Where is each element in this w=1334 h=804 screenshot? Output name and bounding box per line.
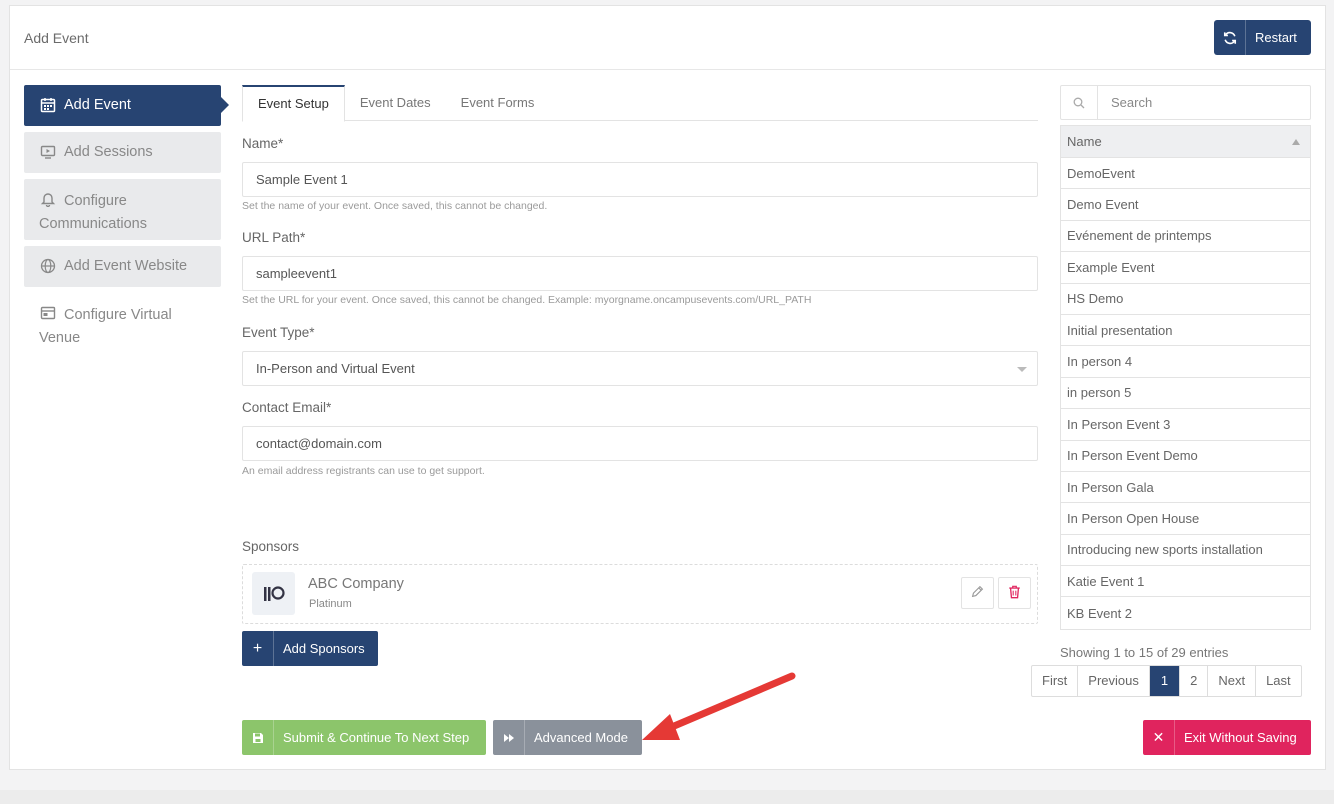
sponsor-name: ABC Company: [308, 576, 404, 592]
table-row[interactable]: Initial presentation: [1061, 315, 1310, 347]
table-row[interactable]: Evénement de printemps: [1061, 221, 1310, 253]
name-input[interactable]: Sample Event 1: [242, 162, 1038, 197]
sidebar-item-label: Add Sessions: [64, 144, 153, 160]
contact-email-input[interactable]: contact@domain.com: [242, 426, 1038, 461]
search-input[interactable]: Search: [1098, 86, 1310, 119]
url-path-input[interactable]: sampleevent1: [242, 256, 1038, 291]
table-row[interactable]: Demo Event: [1061, 189, 1310, 221]
restart-button[interactable]: Restart: [1214, 20, 1311, 55]
edit-sponsor-button[interactable]: [961, 577, 994, 609]
table-row[interactable]: in person 5: [1061, 378, 1310, 410]
entries-info: Showing 1 to 15 of 29 entries: [1060, 645, 1229, 660]
submit-continue-button[interactable]: Submit & Continue To Next Step: [242, 720, 486, 755]
page-link-first[interactable]: First: [1032, 666, 1079, 696]
table-row[interactable]: In Person Gala: [1061, 472, 1310, 504]
sidebar-item-add-event[interactable]: Add Event: [24, 85, 229, 126]
url-path-help: Set the URL for your event. Once saved, …: [242, 294, 812, 306]
table-row[interactable]: In person 4: [1061, 346, 1310, 378]
plus-icon: +: [242, 631, 274, 666]
tab-bar: Event Setup Event Dates Event Forms: [242, 85, 1038, 122]
trash-icon: [1008, 585, 1021, 602]
restart-label: Restart: [1255, 30, 1297, 45]
add-sponsors-button[interactable]: + Add Sponsors: [242, 631, 378, 666]
tab-event-forms[interactable]: Event Forms: [446, 85, 550, 121]
event-type-select[interactable]: In-Person and Virtual Event: [242, 351, 1038, 386]
table-row[interactable]: Katie Event 1: [1061, 566, 1310, 598]
bell-icon: [39, 191, 56, 207]
contact-email-label: Contact Email*: [242, 400, 332, 415]
page-title: Add Event: [24, 30, 89, 46]
pencil-icon: [971, 585, 984, 601]
events-table: Name DemoEvent Demo Event Evénement de pri…: [1060, 125, 1311, 630]
page-link-1[interactable]: 1: [1149, 666, 1181, 696]
sort-asc-icon: [1292, 138, 1300, 145]
page-header: Add Event Restart: [10, 6, 1325, 70]
exit-without-saving-button[interactable]: ✕ Exit Without Saving: [1143, 720, 1311, 755]
wizard-sidebar: Add Event Add Sessions Configure Communi…: [24, 85, 229, 360]
sidebar-item-label: Configure Virtual Venue: [39, 307, 172, 346]
calendar-icon: [39, 97, 56, 113]
page-footer-strip: [0, 790, 1334, 804]
tab-event-setup[interactable]: Event Setup: [242, 85, 345, 122]
globe-icon: [39, 258, 56, 274]
sponsor-tier: Platinum: [309, 598, 352, 610]
annotation-arrow-icon: [642, 672, 796, 740]
tab-event-dates[interactable]: Event Dates: [345, 85, 446, 121]
sidebar-item-configure-communications[interactable]: Configure Communications: [24, 179, 221, 240]
chevron-down-icon: [1017, 367, 1027, 372]
search-box[interactable]: Search: [1060, 85, 1311, 120]
page-link-next[interactable]: Next: [1208, 666, 1257, 696]
presentation-icon: [39, 144, 56, 160]
refresh-icon: [1214, 20, 1246, 55]
table-row[interactable]: In Person Event 3: [1061, 409, 1310, 441]
event-type-value: In-Person and Virtual Event: [256, 361, 415, 376]
table-row[interactable]: KB Event 2: [1061, 597, 1310, 628]
sidebar-item-configure-virtual-venue[interactable]: Configure Virtual Venue: [24, 293, 221, 354]
window-icon: [39, 305, 56, 321]
table-row[interactable]: HS Demo: [1061, 284, 1310, 315]
url-path-label: URL Path*: [242, 230, 306, 245]
pagination: First Previous 1 2 Next Last: [1031, 665, 1302, 697]
sidebar-item-add-sessions[interactable]: Add Sessions: [24, 132, 221, 173]
event-type-label: Event Type*: [242, 325, 315, 340]
save-icon: [242, 720, 274, 755]
advanced-mode-button[interactable]: Advanced Mode: [493, 720, 642, 755]
sponsors-label: Sponsors: [242, 539, 300, 554]
sidebar-item-add-event-website[interactable]: Add Event Website: [24, 246, 221, 287]
name-label: Name*: [242, 136, 284, 151]
table-row[interactable]: In Person Open House: [1061, 503, 1310, 535]
search-icon: [1061, 86, 1098, 119]
sponsor-logo: [252, 572, 295, 615]
fast-forward-icon: [493, 720, 525, 755]
contact-email-help: An email address registrants can use to …: [242, 465, 485, 477]
sidebar-item-label: Add Event: [64, 97, 131, 113]
page-link-2[interactable]: 2: [1180, 666, 1209, 696]
table-row[interactable]: DemoEvent: [1061, 158, 1310, 190]
table-header-name[interactable]: Name: [1061, 126, 1310, 158]
page-link-previous[interactable]: Previous: [1078, 666, 1150, 696]
page-link-last[interactable]: Last: [1256, 666, 1301, 696]
table-row[interactable]: Example Event: [1061, 252, 1310, 284]
delete-sponsor-button[interactable]: [998, 577, 1031, 609]
name-help: Set the name of your event. Once saved, …: [242, 200, 548, 212]
close-icon: ✕: [1143, 720, 1175, 755]
sponsor-card: ABC Company Platinum: [242, 564, 1038, 624]
table-row[interactable]: In Person Event Demo: [1061, 441, 1310, 472]
sidebar-item-label: Add Event Website: [64, 258, 188, 274]
table-row[interactable]: Introducing new sports installation: [1061, 535, 1310, 567]
